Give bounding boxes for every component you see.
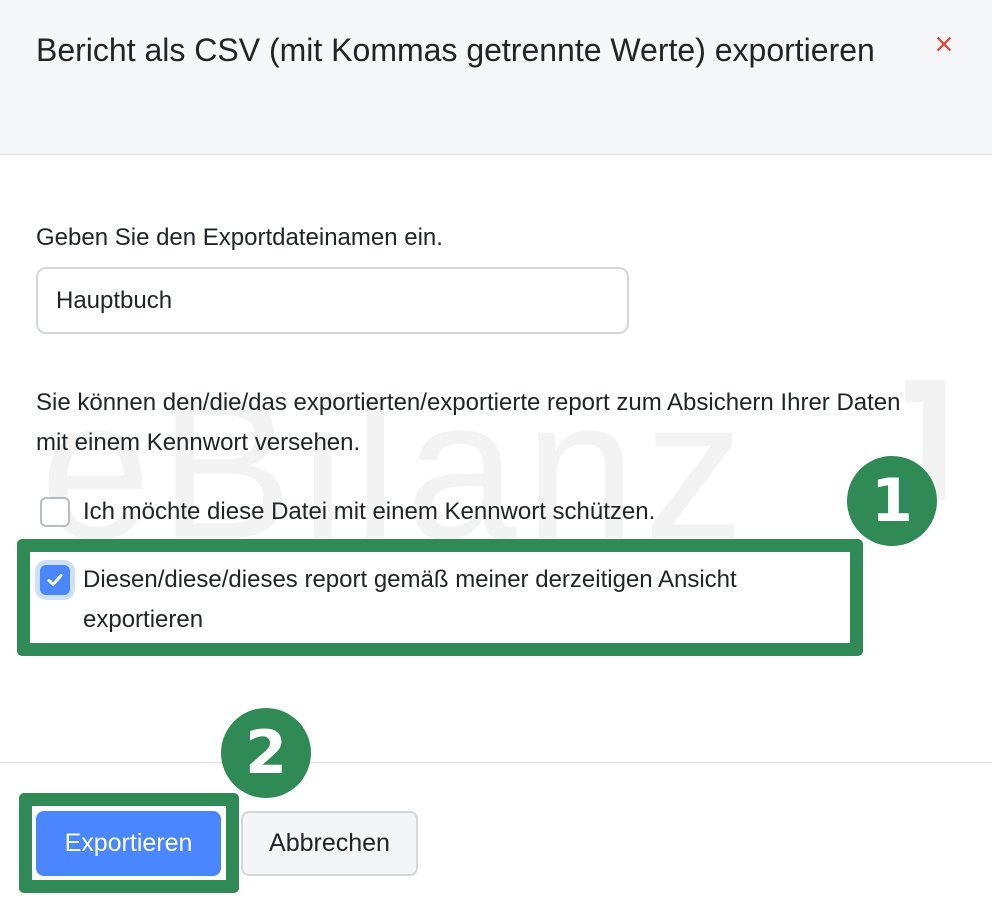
current-view-label: Diesen/diese/dieses report gemäß meiner … (83, 566, 737, 633)
close-icon[interactable]: × (928, 28, 960, 60)
dialog-header: Bericht als CSV (mit Kommas getrennte We… (0, 0, 992, 155)
password-protect-label: Ich möchte diese Datei mit einem Kennwor… (83, 498, 656, 525)
password-info-text: Sie können den/die/das exportierten/expo… (36, 389, 901, 456)
step-badge-2: 2 (221, 708, 311, 798)
filename-input[interactable] (36, 267, 629, 334)
filename-label: Geben Sie den Exportdateinamen ein. (36, 224, 443, 251)
export-csv-dialog: Bericht als CSV (mit Kommas getrennte We… (0, 0, 992, 922)
password-protect-checkbox[interactable] (40, 497, 70, 527)
checkmark-icon (47, 574, 63, 586)
export-button[interactable]: Exportieren (36, 811, 221, 876)
current-view-checkbox[interactable] (40, 565, 70, 595)
dialog-title: Bericht als CSV (mit Kommas getrennte We… (36, 32, 875, 68)
cancel-button[interactable]: Abbrechen (241, 811, 418, 876)
step-badge-1: 1 (847, 456, 937, 546)
password-protect-option[interactable]: Ich möchte diese Datei mit einem Kennwor… (40, 492, 843, 532)
current-view-option[interactable]: Diesen/diese/dieses report gemäß meiner … (40, 560, 843, 640)
